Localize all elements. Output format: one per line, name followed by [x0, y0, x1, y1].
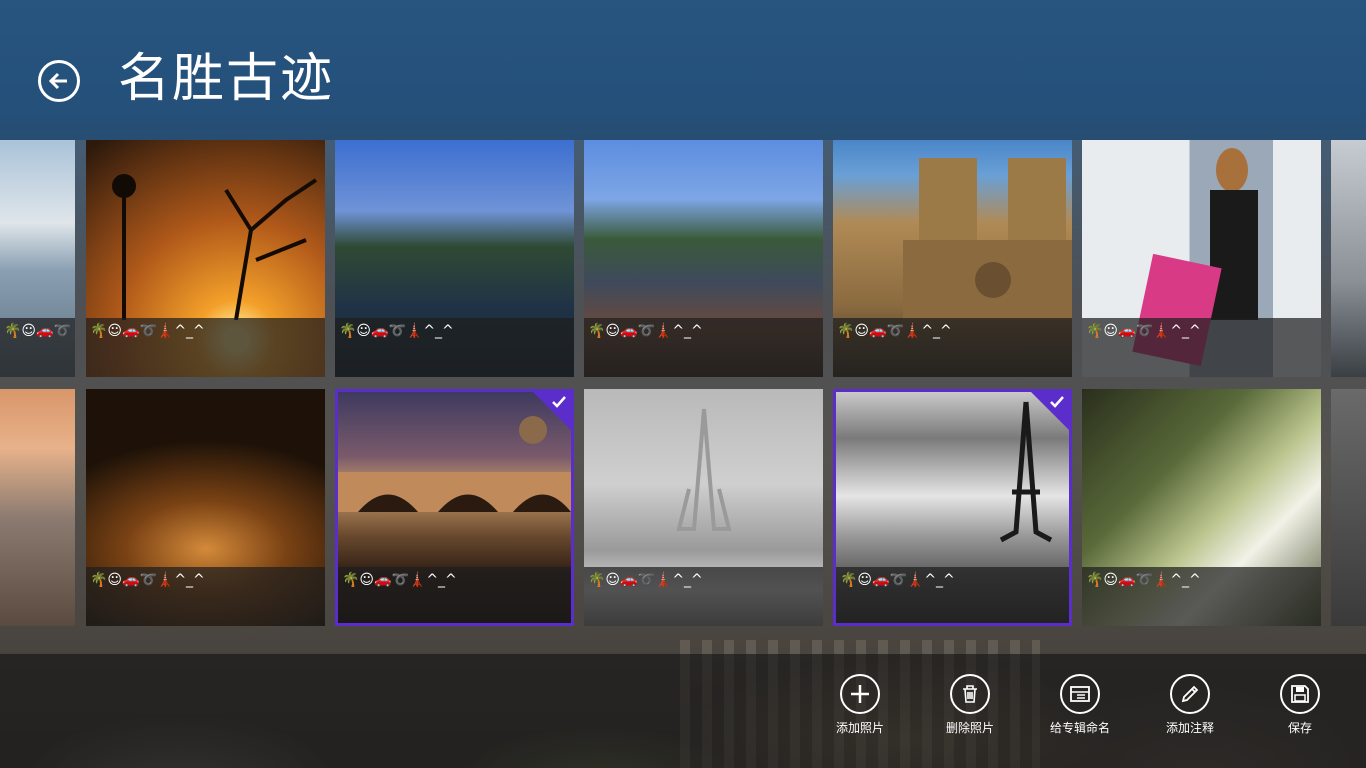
add-note-button[interactable]: 添加注释 — [1144, 674, 1236, 754]
photo-tile-lake-skyline[interactable]: 🌴☺🚗➰🗼^_^ — [0, 140, 75, 377]
photo-caption: 🌴☺🚗➰🗼^_^ — [1082, 567, 1321, 626]
cathedral-silhouette — [903, 158, 1072, 320]
photo-tile-sunset-lamppost[interactable]: 🌴☺🚗➰🗼^_^ — [86, 140, 325, 377]
photo-tile-canal-night[interactable]: 🌴☺🚗➰🗼^_^ — [335, 140, 574, 377]
photo-tile-bridge-night[interactable]: 🌴☺🚗➰🗼^_^ — [335, 389, 574, 626]
pencil-icon — [1181, 685, 1199, 703]
name-album-label: 给专辑命名 — [1049, 721, 1110, 735]
photo-caption: 🌴☺🚗➰🗼^_^ — [86, 567, 325, 626]
lamppost-silhouette — [112, 174, 318, 320]
trash-icon — [963, 685, 977, 703]
photo-tile-foggy-tower[interactable]: 🌴☺🚗➰🗼^_^ — [584, 389, 823, 626]
checkmark-icon — [552, 396, 566, 408]
album-icon — [1070, 686, 1090, 702]
photo-caption: 🌴☺🚗➰🗼^_^ — [584, 318, 823, 377]
photo-tile-canal-evening[interactable]: 🌴☺🚗➰🗼^_^ — [584, 140, 823, 377]
foggy-tower-silhouette — [676, 408, 732, 531]
add-note-label: 添加注释 — [1165, 721, 1214, 735]
delete-photo-button[interactable]: 删除照片 — [924, 674, 1016, 754]
add-photo-button[interactable]: 添加照片 — [814, 674, 906, 754]
photo-tile-green-architecture[interactable]: 🌴☺🚗➰🗼^_^ — [1082, 389, 1321, 626]
add-photo-label: 添加照片 — [835, 721, 884, 735]
photo-tile-city-dusk[interactable] — [0, 389, 75, 626]
back-arrow-icon — [48, 72, 67, 90]
add-icon — [851, 685, 869, 703]
photo-caption: 🌴☺🚗➰🗼^_^ — [584, 567, 823, 626]
save-icon — [1291, 685, 1309, 703]
page-title: 名胜古迹 — [118, 49, 335, 109]
checkmark-icon — [1050, 396, 1064, 408]
photo-tile-partial-right[interactable] — [1331, 140, 1366, 377]
photo-tile-pop-art-bag[interactable]: 🌴☺🚗➰🗼^_^ — [1082, 140, 1321, 377]
photo-tile-eiffel-tower[interactable]: 🌴☺🚗➰🗼^_^ — [833, 389, 1072, 626]
photo-tile-night-city[interactable]: 🌴☺🚗➰🗼^_^ — [86, 389, 325, 626]
photo-tile-notre-dame[interactable]: 🌴☺🚗➰🗼^_^ — [833, 140, 1072, 377]
app-bar: 添加照片 删除照片 给专辑命名 添加注释 保存 — [0, 654, 1366, 768]
page-header: 名胜古迹 — [0, 0, 1366, 140]
save-button[interactable]: 保存 — [1254, 674, 1346, 754]
photo-caption: 🌴☺🚗➰🗼^_^ — [836, 567, 1069, 623]
photo-caption: 🌴☺🚗➰🗼^_^ — [338, 567, 571, 623]
back-button[interactable] — [38, 60, 80, 102]
name-album-button[interactable]: 给专辑命名 — [1034, 674, 1126, 754]
save-label: 保存 — [1287, 721, 1312, 735]
photo-caption: 🌴☺🚗➰🗼^_^ — [86, 318, 325, 377]
photo-caption: 🌴☺🚗➰🗼^_^ — [833, 318, 1072, 377]
photo-caption: 🌴☺🚗➰🗼^_^ — [335, 318, 574, 377]
photo-tile-partial-right-2[interactable] — [1331, 389, 1366, 626]
photo-caption: 🌴☺🚗➰🗼^_^ — [0, 318, 75, 377]
photo-caption: 🌴☺🚗➰🗼^_^ — [1082, 318, 1321, 377]
delete-photo-label: 删除照片 — [945, 721, 994, 735]
